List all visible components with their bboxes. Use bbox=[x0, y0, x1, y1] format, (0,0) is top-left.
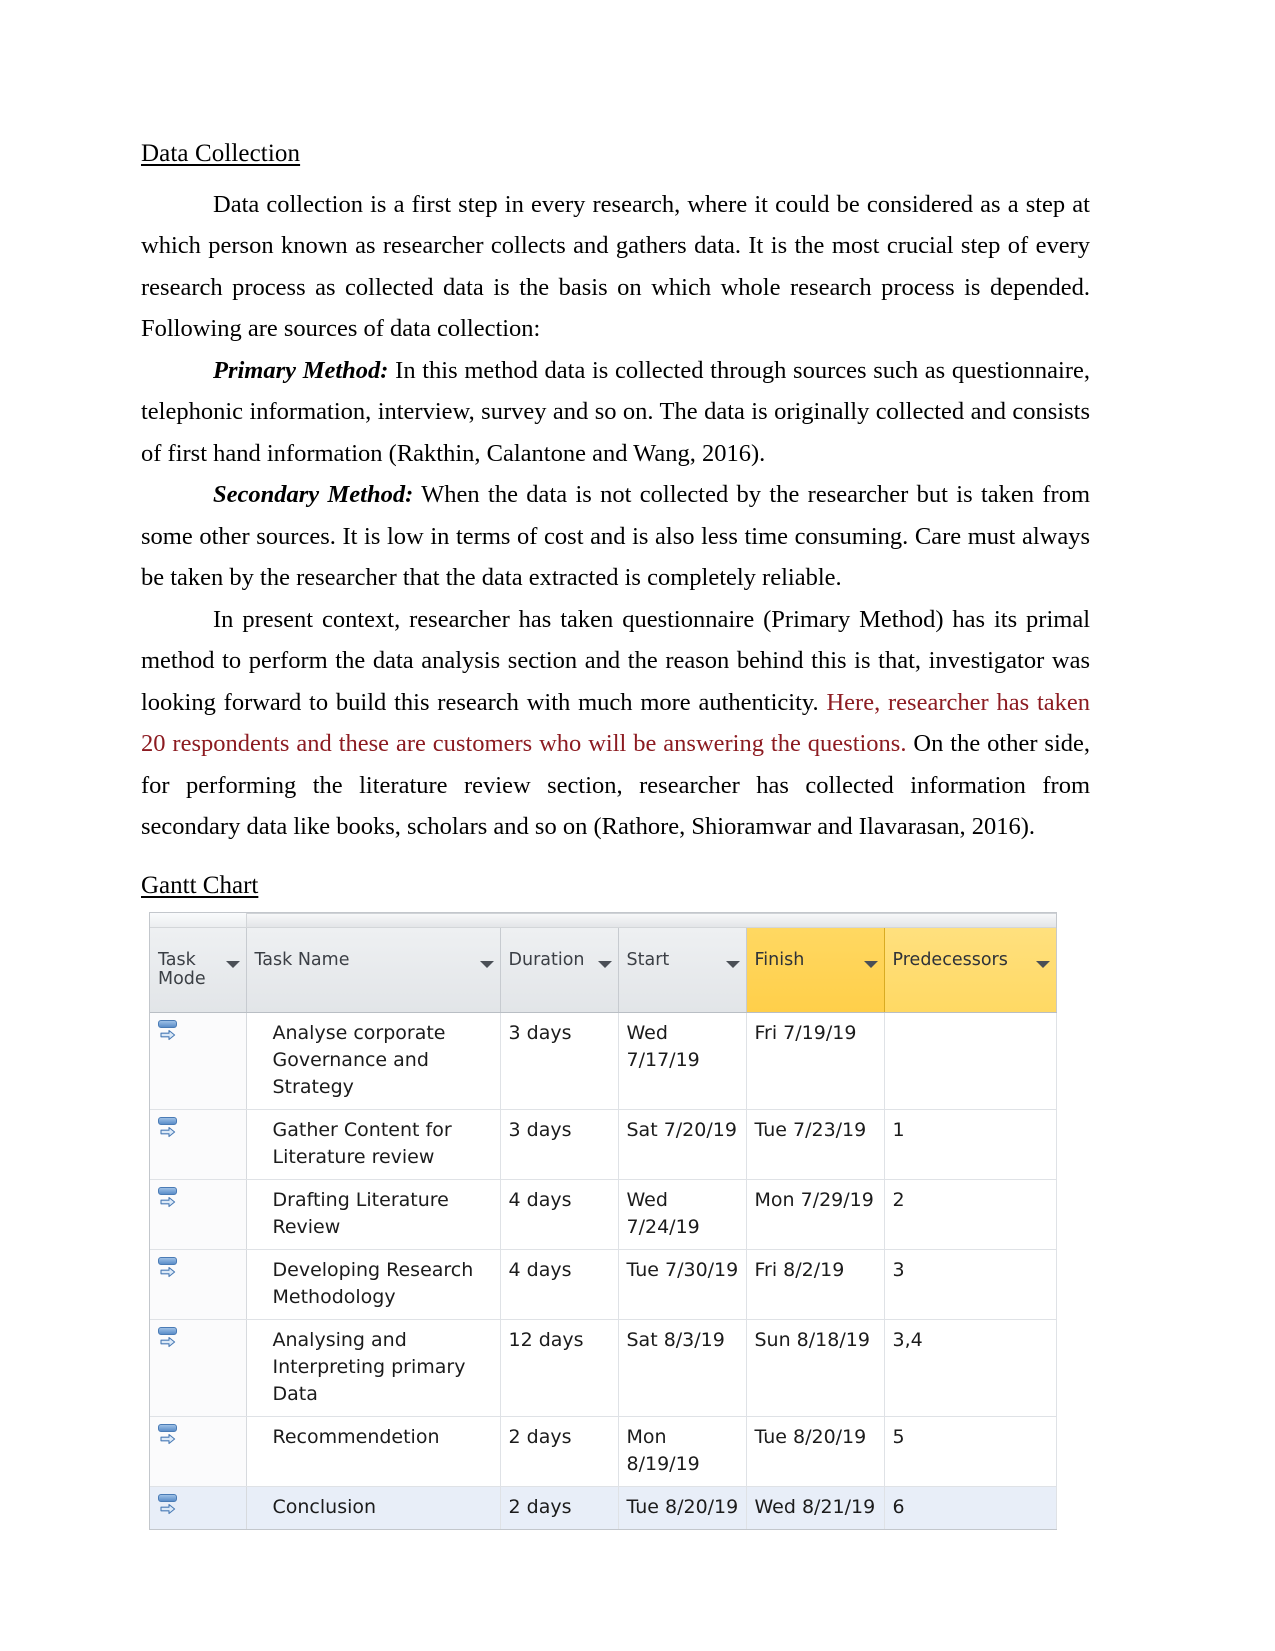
cell-task-mode[interactable] bbox=[150, 1012, 247, 1110]
column-header-finish[interactable]: Finish bbox=[746, 927, 885, 1013]
paragraph-secondary-method: Secondary Method: When the data is not c… bbox=[141, 474, 1090, 599]
auto-scheduled-icon bbox=[158, 1019, 180, 1043]
table-row[interactable]: Recommendetion 2 days Mon 8/19/19 Tue 8/… bbox=[150, 1416, 1057, 1487]
cell-predecessors[interactable]: 1 bbox=[884, 1109, 1057, 1180]
cell-finish[interactable]: Fri 8/2/19 bbox=[746, 1249, 885, 1320]
cell-finish[interactable]: Fri 7/19/19 bbox=[746, 1012, 885, 1110]
cell-task-name[interactable]: Gather Content for Literature review bbox=[246, 1109, 501, 1180]
cell-duration[interactable]: 4 days bbox=[500, 1179, 619, 1250]
table-row[interactable]: Drafting Literature Review 4 days Wed 7/… bbox=[150, 1179, 1057, 1250]
cell-finish[interactable]: Sun 8/18/19 bbox=[746, 1319, 885, 1417]
paragraph-present-context: In present context, researcher has taken… bbox=[141, 599, 1090, 848]
column-header-label: Task Mode bbox=[158, 949, 206, 989]
cell-finish[interactable]: Tue 8/20/19 bbox=[746, 1416, 885, 1487]
filter-dropdown-icon[interactable] bbox=[225, 960, 240, 968]
cell-task-name[interactable]: Analyse corporate Governance and Strateg… bbox=[246, 1012, 501, 1110]
cell-finish[interactable]: Tue 7/23/19 bbox=[746, 1109, 885, 1180]
cell-duration[interactable]: 12 days bbox=[500, 1319, 619, 1417]
cell-predecessors[interactable]: 3 bbox=[884, 1249, 1057, 1320]
secondary-method-label: Secondary Method: bbox=[213, 481, 414, 508]
cell-duration[interactable]: 2 days bbox=[500, 1486, 619, 1529]
cell-predecessors[interactable]: 6 bbox=[884, 1486, 1057, 1529]
cell-start[interactable]: Wed 7/17/19 bbox=[618, 1012, 747, 1110]
primary-method-label: Primary Method: bbox=[213, 356, 389, 384]
cell-task-name[interactable]: Recommendetion bbox=[246, 1416, 501, 1487]
cell-task-mode[interactable] bbox=[150, 1486, 247, 1529]
cell-task-name[interactable]: Conclusion bbox=[246, 1486, 501, 1529]
paragraph-primary-method: Primary Method: In this method data is c… bbox=[141, 350, 1090, 475]
filter-dropdown-icon[interactable] bbox=[479, 960, 494, 968]
gantt-chart-heading: Gantt Chart bbox=[141, 871, 259, 899]
column-header-label: Finish bbox=[754, 949, 805, 970]
cell-task-mode[interactable] bbox=[150, 1249, 247, 1320]
cell-predecessors[interactable]: 3,4 bbox=[884, 1319, 1057, 1417]
cell-start[interactable]: Mon 8/19/19 bbox=[618, 1416, 747, 1487]
cell-duration[interactable]: 3 days bbox=[500, 1012, 619, 1110]
cell-start[interactable]: Sat 7/20/19 bbox=[618, 1109, 747, 1180]
toolbar-right-segment bbox=[247, 912, 1056, 927]
column-header-task-name[interactable]: Task Name bbox=[246, 927, 501, 1013]
auto-scheduled-icon bbox=[158, 1493, 180, 1517]
table-header-row: Task Mode Task Name Duration Start Finis… bbox=[150, 927, 1057, 1013]
filter-dropdown-icon[interactable] bbox=[863, 960, 878, 968]
cell-predecessors[interactable]: 2 bbox=[884, 1179, 1057, 1250]
table-row[interactable]: Developing Research Methodology 4 days T… bbox=[150, 1249, 1057, 1320]
cell-start[interactable]: Wed 7/24/19 bbox=[618, 1179, 747, 1250]
column-header-duration[interactable]: Duration bbox=[500, 927, 619, 1013]
cell-task-name[interactable]: Developing Research Methodology bbox=[246, 1249, 501, 1320]
cell-start[interactable]: Sat 8/3/19 bbox=[618, 1319, 747, 1417]
table-row[interactable]: Analysing and Interpreting primary Data … bbox=[150, 1319, 1057, 1417]
paragraph-run: Data collection is a first step in every… bbox=[141, 190, 1090, 343]
auto-scheduled-icon bbox=[158, 1116, 180, 1140]
cell-task-mode[interactable] bbox=[150, 1319, 247, 1417]
column-header-label: Task Name bbox=[254, 949, 350, 970]
filter-dropdown-icon[interactable] bbox=[1035, 960, 1050, 968]
toolbar-left-segment bbox=[150, 912, 247, 927]
column-header-task-mode[interactable]: Task Mode bbox=[150, 927, 247, 1013]
project-toolbar-strip bbox=[150, 912, 1056, 928]
cell-task-mode[interactable] bbox=[150, 1416, 247, 1487]
auto-scheduled-icon bbox=[158, 1256, 180, 1280]
cell-task-mode[interactable] bbox=[150, 1179, 247, 1250]
page-title: Data Collection bbox=[141, 140, 301, 167]
table-row[interactable]: Conclusion 2 days Tue 8/20/19 Wed 8/21/1… bbox=[150, 1486, 1057, 1529]
filter-dropdown-icon[interactable] bbox=[725, 960, 740, 968]
cell-finish[interactable]: Mon 7/29/19 bbox=[746, 1179, 885, 1250]
ms-project-table: Task Mode Task Name Duration Start Finis… bbox=[149, 911, 1057, 1530]
column-header-start[interactable]: Start bbox=[618, 927, 747, 1013]
table-row[interactable]: Gather Content for Literature review 3 d… bbox=[150, 1109, 1057, 1180]
cell-duration[interactable]: 4 days bbox=[500, 1249, 619, 1320]
cell-task-name[interactable]: Analysing and Interpreting primary Data bbox=[246, 1319, 501, 1417]
cell-duration[interactable]: 3 days bbox=[500, 1109, 619, 1180]
table-row[interactable]: Analyse corporate Governance and Strateg… bbox=[150, 1012, 1057, 1110]
column-header-predecessors[interactable]: Predecessors bbox=[884, 927, 1057, 1013]
cell-finish[interactable]: Wed 8/21/19 bbox=[746, 1486, 885, 1529]
cell-start[interactable]: Tue 8/20/19 bbox=[618, 1486, 747, 1529]
gantt-task-table: Task Mode Task Name Duration Start Finis… bbox=[150, 927, 1057, 1529]
column-header-label: Start bbox=[626, 949, 670, 970]
column-header-label: Predecessors bbox=[892, 949, 1008, 970]
filter-dropdown-icon[interactable] bbox=[597, 960, 612, 968]
cell-duration[interactable]: 2 days bbox=[500, 1416, 619, 1487]
cell-task-mode[interactable] bbox=[150, 1109, 247, 1180]
document-page: Data Collection Data collection is a fir… bbox=[0, 0, 1275, 1651]
column-header-label: Duration bbox=[508, 949, 585, 970]
cell-predecessors[interactable] bbox=[884, 1012, 1057, 1110]
cell-task-name[interactable]: Drafting Literature Review bbox=[246, 1179, 501, 1250]
auto-scheduled-icon bbox=[158, 1186, 180, 1210]
auto-scheduled-icon bbox=[158, 1423, 180, 1447]
cell-start[interactable]: Tue 7/30/19 bbox=[618, 1249, 747, 1320]
gantt-table-body: Analyse corporate Governance and Strateg… bbox=[150, 1012, 1057, 1529]
auto-scheduled-icon bbox=[158, 1326, 180, 1350]
cell-predecessors[interactable]: 5 bbox=[884, 1416, 1057, 1487]
paragraph-data-collection: Data collection is a first step in every… bbox=[141, 184, 1090, 350]
